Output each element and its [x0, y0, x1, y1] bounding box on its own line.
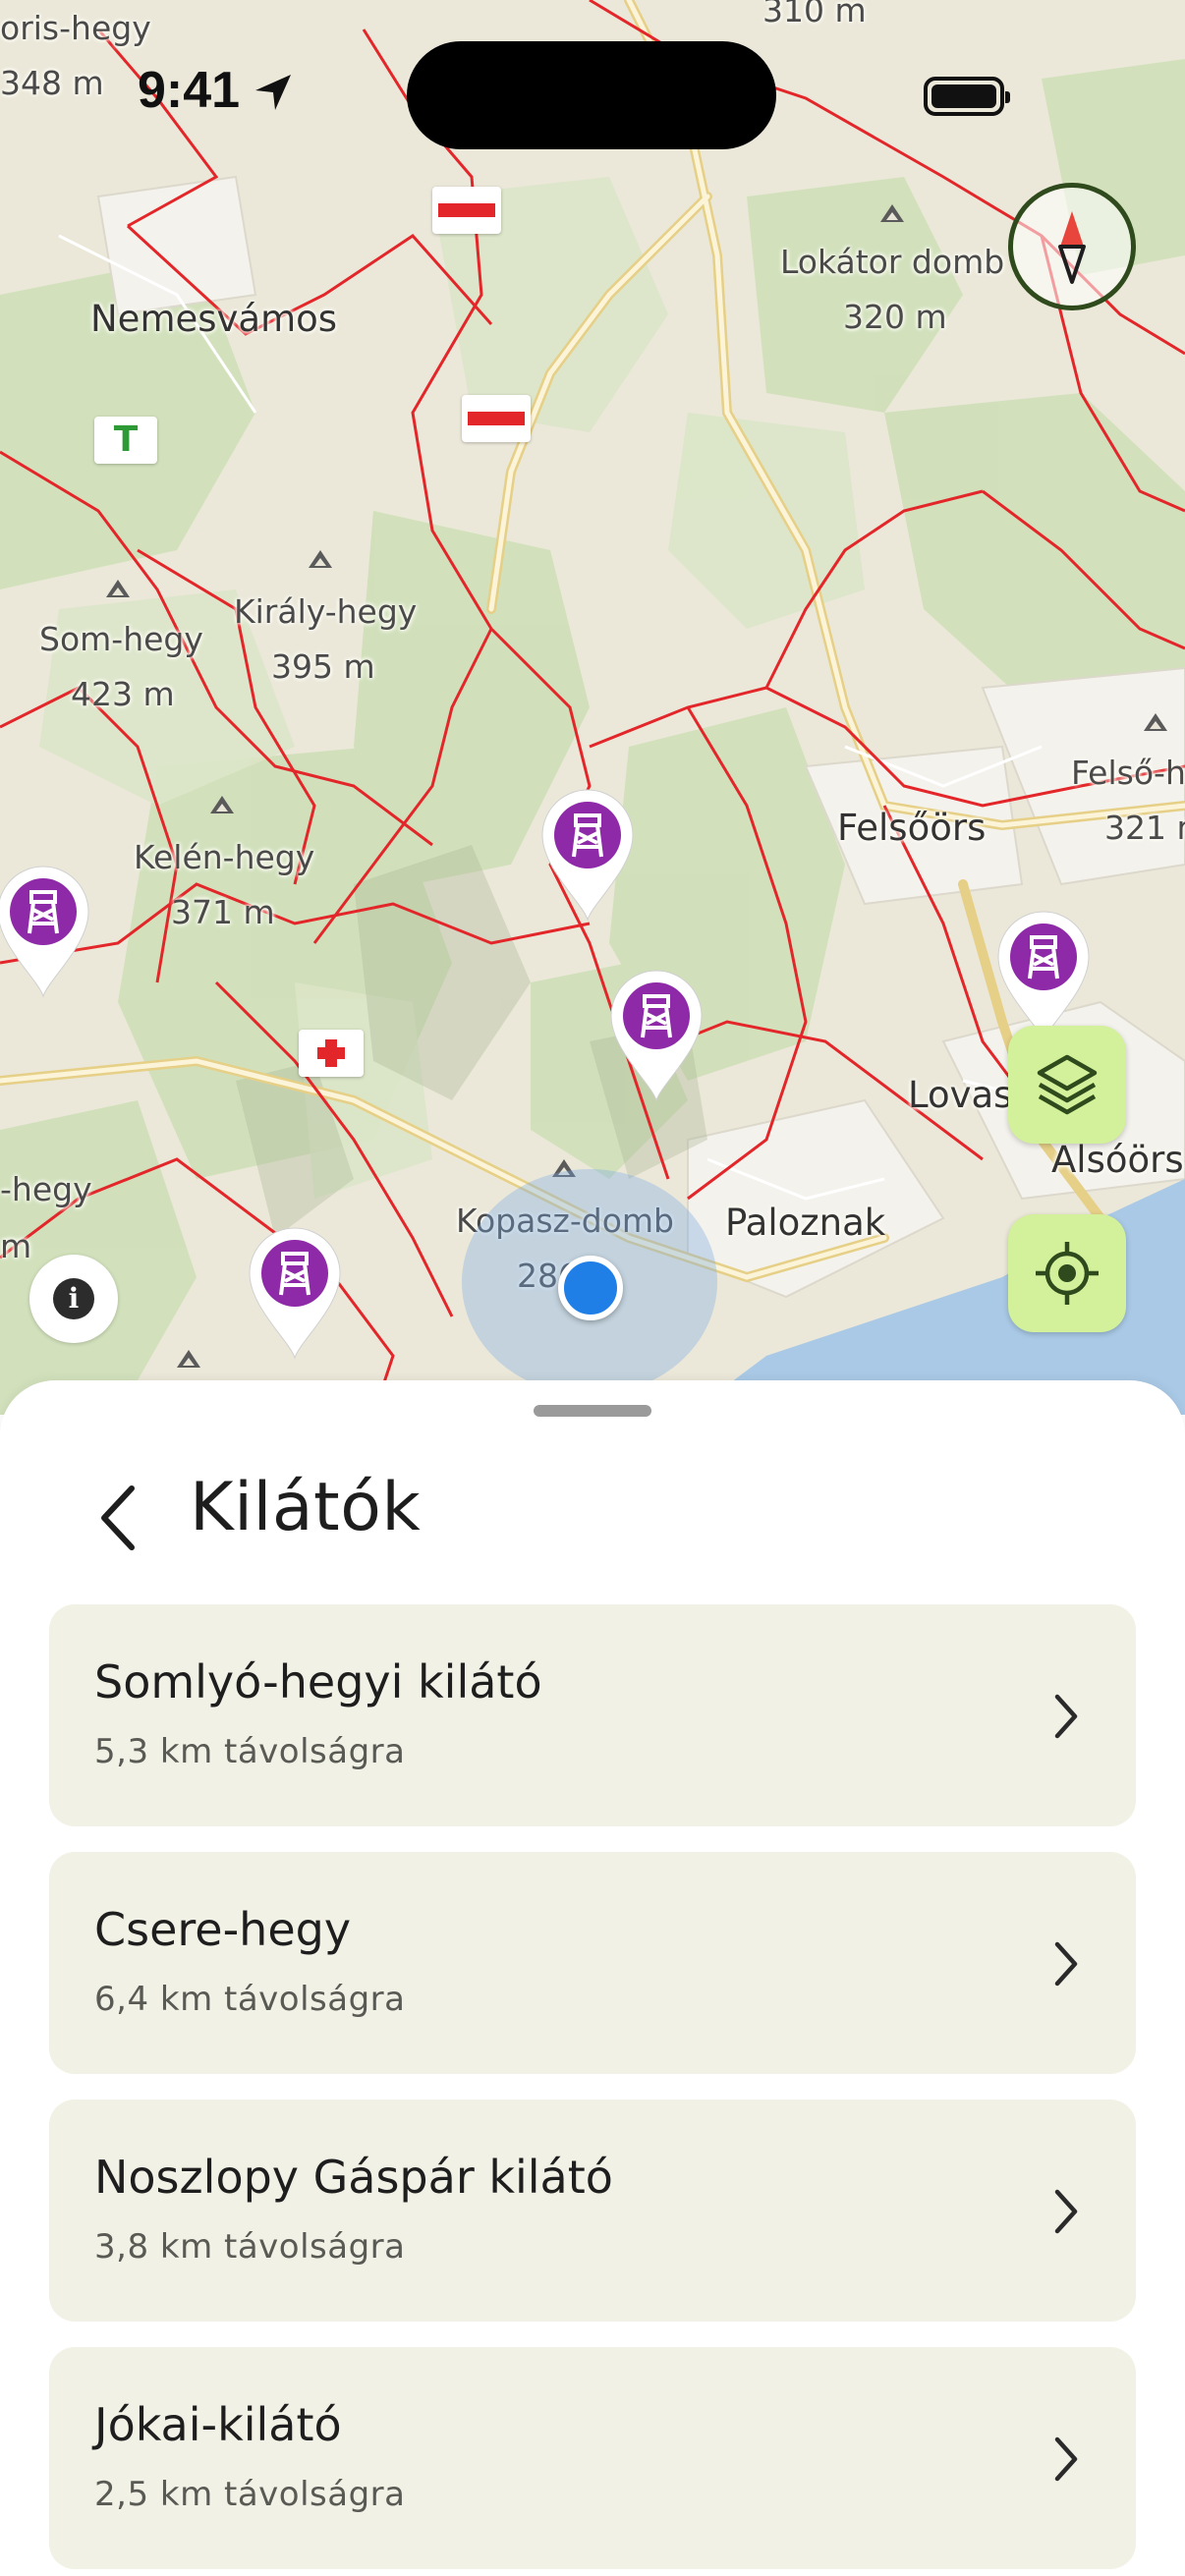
map-label-felsoors: Felsőörs: [837, 807, 987, 849]
locate-me-button[interactable]: [1008, 1214, 1126, 1332]
trail-marker-t: T: [94, 417, 157, 464]
map-label-alsoors: Alsóörs: [1051, 1139, 1184, 1181]
map-label-348m: 348 m: [0, 64, 104, 102]
layers-icon: [1037, 1054, 1098, 1115]
list-item[interactable]: Csere-hegy 6,4 km távolságra: [49, 1852, 1136, 2074]
map-info-button[interactable]: i: [29, 1255, 118, 1343]
map-label-395m: 395 m: [271, 647, 375, 686]
battery-icon: [924, 77, 1010, 116]
viewpoint-pin[interactable]: [994, 908, 1093, 1045]
map-label-423m: 423 m: [71, 675, 175, 713]
viewpoint-list: Somlyó-hegyi kilátó 5,3 km távolságra Cs…: [49, 1604, 1136, 2576]
map-label-lovas: Lovas: [908, 1074, 1013, 1116]
list-item-distance: 5,3 km távolságra: [94, 1732, 406, 1771]
list-item-name: Jókai-kilátó: [94, 2398, 342, 2451]
map-label-oris-hegy: oris-hegy: [0, 9, 151, 47]
map-label-310m: 310 m: [762, 0, 867, 29]
peak-icon: [1144, 713, 1167, 731]
viewpoint-icon: [249, 1227, 341, 1360]
compass-button[interactable]: [1008, 183, 1136, 310]
list-item-name: Csere-hegy: [94, 1903, 352, 1956]
list-item[interactable]: Jókai-kilátó 2,5 km távolságra: [49, 2347, 1136, 2569]
user-location-dot: [558, 1256, 623, 1320]
bottom-sheet: Kilátók Somlyó-hegyi kilátó 5,3 km távol…: [0, 1380, 1185, 2576]
dynamic-island: [407, 41, 776, 149]
chevron-right-icon: [1054, 1941, 1078, 1987]
viewpoint-icon: [610, 970, 703, 1102]
chevron-right-icon: [1054, 2436, 1078, 2482]
locate-icon: [1036, 1242, 1099, 1305]
layers-button[interactable]: [1008, 1026, 1126, 1144]
list-item-distance: 2,5 km távolságra: [94, 2475, 406, 2514]
viewpoint-icon: [0, 866, 89, 998]
list-item-distance: 6,4 km távolságra: [94, 1980, 406, 2019]
viewpoint-pin[interactable]: [538, 786, 637, 924]
peak-icon: [309, 550, 332, 568]
map-label-lokator-domb: Lokátor domb: [780, 243, 1005, 281]
map-label-m: m: [0, 1227, 32, 1265]
peak-icon: [880, 204, 904, 222]
app-screen: oris-hegy 348 m 310 m Nemesvámos Lokátor…: [0, 0, 1185, 2576]
viewpoint-pin[interactable]: [0, 863, 92, 1000]
list-item[interactable]: Noszlopy Gáspár kilátó 3,8 km távolságra: [49, 2100, 1136, 2322]
trail-marker-red-stripe: [432, 187, 501, 234]
peak-icon: [210, 796, 234, 813]
info-icon: i: [53, 1278, 94, 1319]
map-label-nemesvamos: Nemesvámos: [90, 298, 338, 340]
list-item-name: Somlyó-hegyi kilátó: [94, 1655, 542, 1708]
compass-icon: [1058, 211, 1086, 284]
first-aid-marker: [299, 1030, 364, 1077]
chevron-right-icon: [1054, 1694, 1078, 1739]
list-item-name: Noszlopy Gáspár kilátó: [94, 2151, 613, 2204]
map-label-321m: 321 m: [1104, 809, 1185, 847]
sheet-grabber[interactable]: [534, 1405, 651, 1417]
peak-icon: [106, 580, 130, 597]
map-label-371m: 371 m: [171, 893, 275, 931]
list-item-distance: 3,8 km távolságra: [94, 2227, 406, 2267]
map-view[interactable]: oris-hegy 348 m 310 m Nemesvámos Lokátor…: [0, 0, 1185, 1415]
map-label-paloznak: Paloznak: [725, 1202, 886, 1244]
peak-icon: [177, 1350, 200, 1368]
chevron-left-icon: [101, 1485, 135, 1550]
location-arrow-icon: [255, 75, 291, 110]
viewpoint-pin[interactable]: [607, 967, 705, 1104]
map-label-felso-h: Felső-h: [1071, 754, 1185, 792]
map-label-som-hegy: Som-hegy: [39, 620, 203, 658]
list-item[interactable]: Somlyó-hegyi kilátó 5,3 km távolságra: [49, 1604, 1136, 1826]
trail-marker-red-stripe: [462, 395, 531, 442]
map-label-kelen-hegy: Kelén-hegy: [134, 838, 315, 876]
map-label-hegy: -hegy: [0, 1170, 92, 1208]
viewpoint-icon: [997, 911, 1090, 1043]
back-button[interactable]: [88, 1479, 147, 1557]
map-label-kiraly-hegy: Király-hegy: [234, 592, 418, 631]
sheet-title: Kilátók: [190, 1469, 422, 1546]
chevron-right-icon: [1054, 2189, 1078, 2234]
map-label-320m: 320 m: [843, 298, 947, 336]
viewpoint-pin[interactable]: [246, 1224, 344, 1362]
viewpoint-icon: [541, 789, 634, 922]
status-time: 9:41: [138, 62, 241, 119]
